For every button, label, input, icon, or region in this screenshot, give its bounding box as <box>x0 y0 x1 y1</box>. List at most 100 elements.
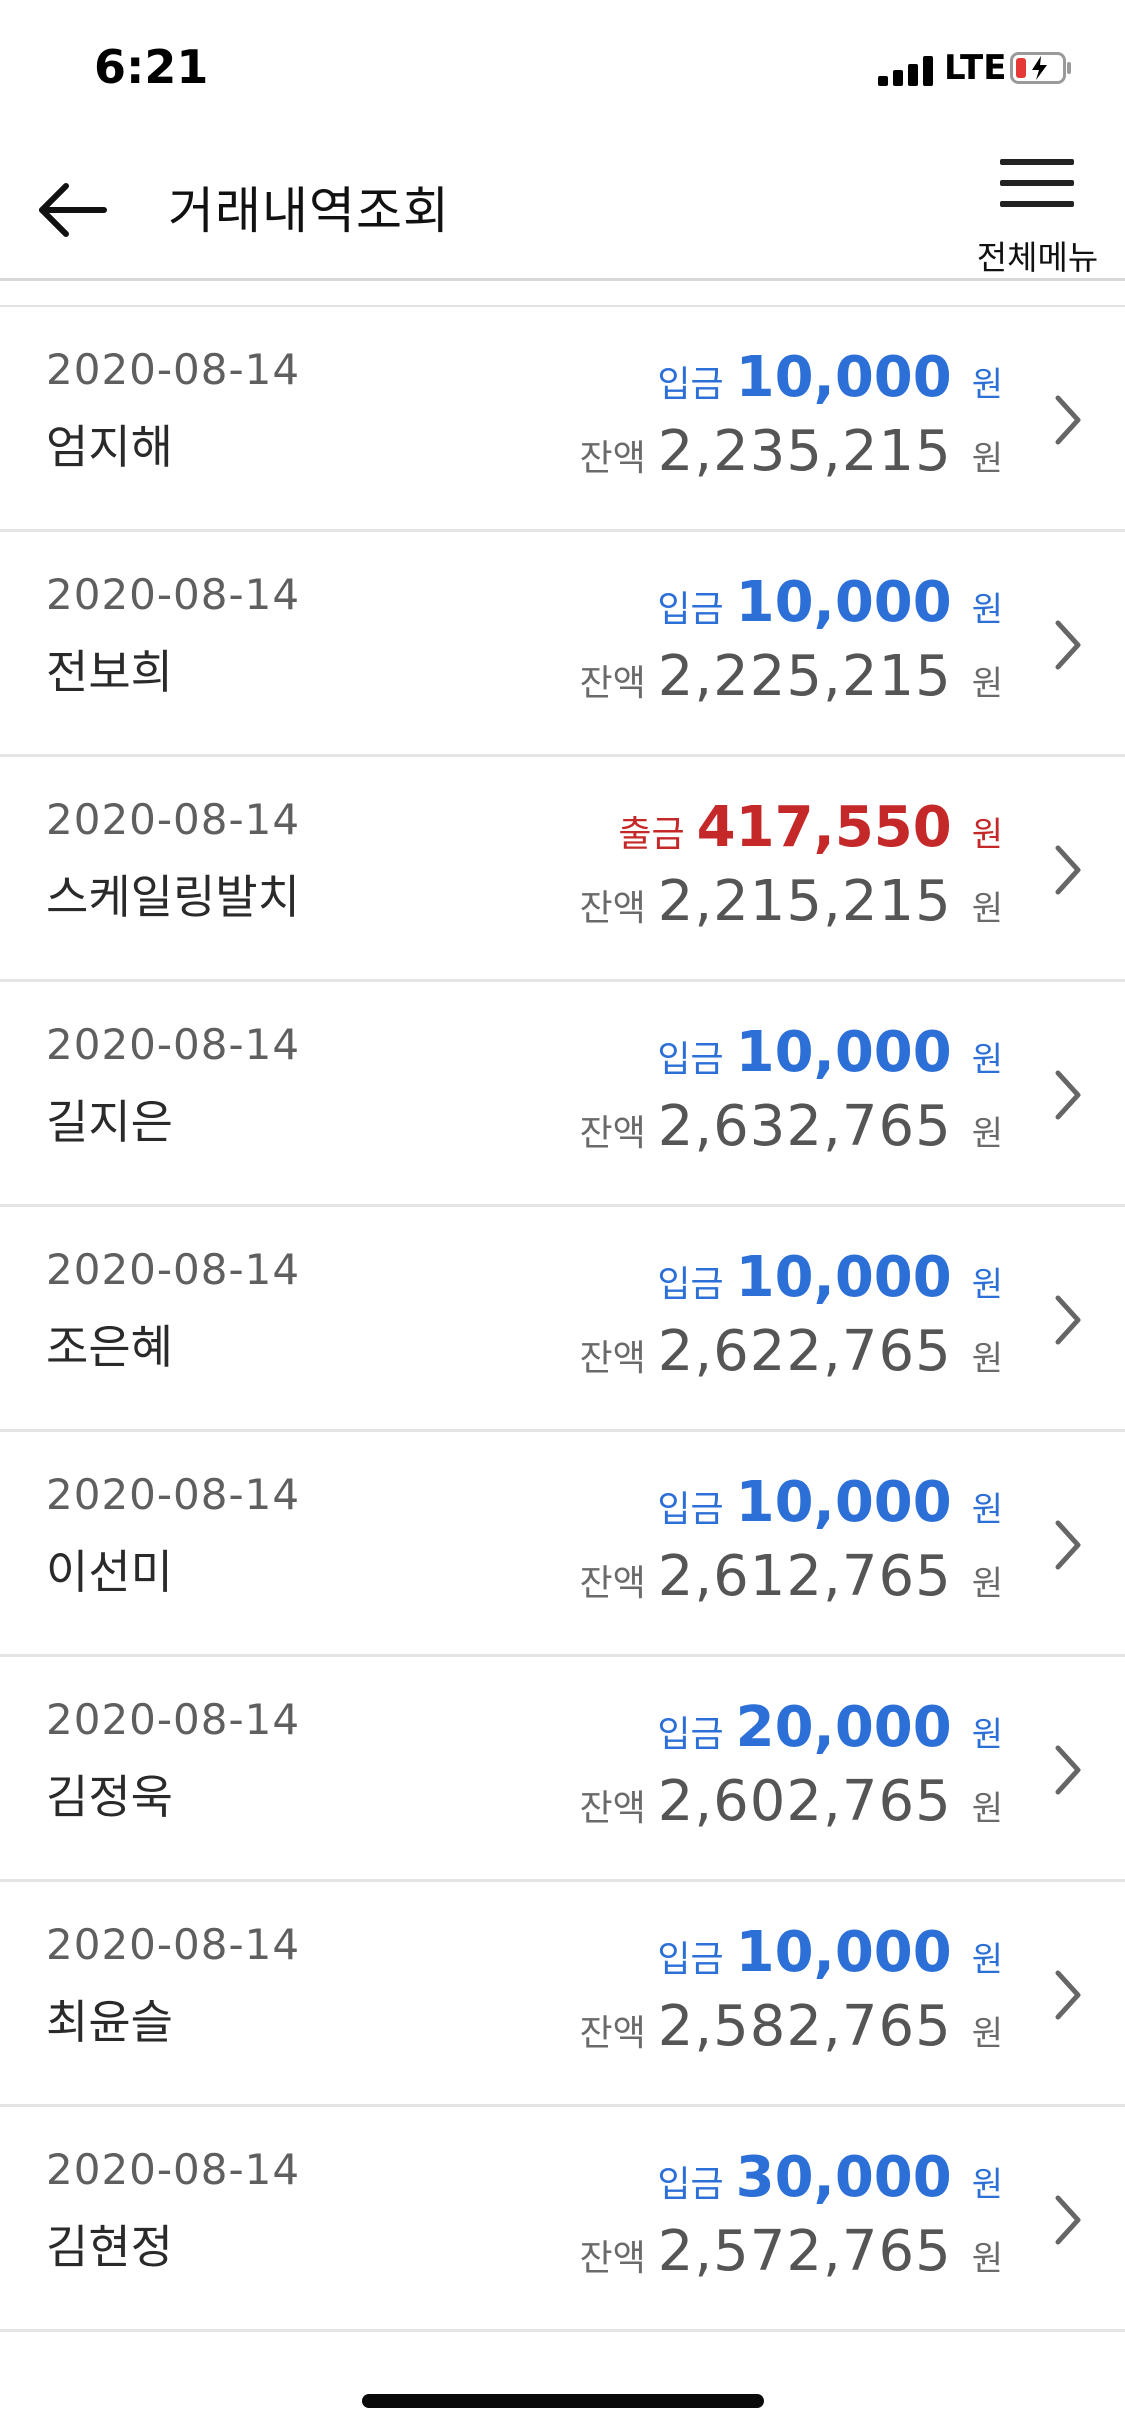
transaction-type: 입금 <box>657 364 724 405</box>
balance-label: 잔액 <box>579 1113 646 1154</box>
back-arrow-icon[interactable] <box>36 175 112 245</box>
transaction-amount: 10,000 <box>735 1020 952 1085</box>
transaction-amount-row: 입금 10,000 원 <box>657 570 1003 638</box>
transaction-row[interactable]: 2020-08-14 김정욱 입금 20,000 원 잔액 2,602,765 원 <box>0 1657 1125 1882</box>
transaction-row[interactable]: 2020-08-14 전보희 입금 10,000 원 잔액 2,225,215 원 <box>0 532 1125 757</box>
transaction-type: 입금 <box>657 1039 724 1080</box>
transaction-row[interactable]: 2020-08-14 스케일링발치 출금 417,550 원 잔액 2,215,215… <box>0 757 1125 982</box>
balance-row: 잔액 2,632,765 원 <box>579 1094 1003 1162</box>
balance-label: 잔액 <box>579 438 646 479</box>
signal-strength-icon <box>878 56 936 86</box>
full-menu-button[interactable]: 전체메뉴 <box>970 155 1105 277</box>
balance-amount: 2,622,765 <box>657 1319 952 1384</box>
transaction-row[interactable]: 2020-08-14 최윤슬 입금 10,000 원 잔액 2,582,765 원 <box>0 1882 1125 2107</box>
transaction-row[interactable]: 2020-08-14 이선미 입금 10,000 원 잔액 2,612,765 원 <box>0 1432 1125 1657</box>
balance-row: 잔액 2,225,215 원 <box>579 644 1003 712</box>
transaction-amount-row: 입금 10,000 원 <box>657 1920 1003 1988</box>
balance-amount: 2,612,765 <box>657 1544 952 1609</box>
transaction-currency: 원 <box>971 1265 1003 1305</box>
transaction-row[interactable]: 2020-08-14 조은혜 입금 10,000 원 잔액 2,622,765 원 <box>0 1207 1125 1432</box>
transaction-date: 2020-08-14 <box>46 795 301 844</box>
transaction-date: 2020-08-14 <box>46 2145 301 2194</box>
chevron-right-icon <box>1055 845 1081 895</box>
chevron-right-icon <box>1055 1070 1081 1120</box>
transaction-counterparty: 길지은 <box>46 1095 173 1149</box>
balance-row: 잔액 2,582,765 원 <box>579 1994 1003 2062</box>
transaction-type: 입금 <box>657 1714 724 1755</box>
chevron-right-icon <box>1055 620 1081 670</box>
battery-charging-icon <box>1010 52 1071 84</box>
transaction-amount: 10,000 <box>735 1245 952 1310</box>
transaction-date: 2020-08-14 <box>46 1470 301 1519</box>
balance-label: 잔액 <box>579 1788 646 1829</box>
balance-amount: 2,582,765 <box>657 1994 952 2059</box>
full-menu-label: 전체메뉴 <box>976 238 1099 277</box>
transaction-amount: 10,000 <box>735 1470 952 1535</box>
transaction-currency: 원 <box>971 1940 1003 1980</box>
transaction-type: 출금 <box>618 814 685 855</box>
transaction-amount-row: 입금 10,000 원 <box>657 1245 1003 1313</box>
transaction-row[interactable]: 2020-08-14 길지은 입금 10,000 원 잔액 2,632,765 원 <box>0 982 1125 1207</box>
transaction-date: 2020-08-14 <box>46 1920 301 1969</box>
transaction-currency: 원 <box>971 1715 1003 1755</box>
transaction-date: 2020-08-14 <box>46 570 301 619</box>
transaction-type: 입금 <box>657 589 724 630</box>
balance-row: 잔액 2,622,765 원 <box>579 1319 1003 1387</box>
network-type: LTE <box>944 48 1007 88</box>
transaction-type: 입금 <box>657 1264 724 1305</box>
balance-amount: 2,215,215 <box>657 869 952 934</box>
chevron-right-icon <box>1055 395 1081 445</box>
balance-currency: 원 <box>971 1564 1003 1604</box>
balance-currency: 원 <box>971 1789 1003 1829</box>
balance-amount: 2,602,765 <box>657 1769 952 1834</box>
transaction-date: 2020-08-14 <box>46 1695 301 1744</box>
balance-currency: 원 <box>971 889 1003 929</box>
transaction-counterparty: 조은혜 <box>46 1320 173 1374</box>
status-bar: 6:21 LTE <box>0 0 1125 135</box>
transaction-currency: 원 <box>971 365 1003 405</box>
transaction-amount: 10,000 <box>735 345 952 410</box>
chevron-right-icon <box>1055 1970 1081 2020</box>
transaction-row[interactable]: 2020-08-14 엄지해 입금 10,000 원 잔액 2,235,215 원 <box>0 307 1125 532</box>
transaction-amount: 30,000 <box>735 2145 952 2210</box>
balance-label: 잔액 <box>579 1563 646 1604</box>
balance-currency: 원 <box>971 1339 1003 1379</box>
transaction-amount-row: 입금 10,000 원 <box>657 1470 1003 1538</box>
transaction-counterparty: 스케일링발치 <box>46 870 300 924</box>
transaction-date: 2020-08-14 <box>46 1245 301 1294</box>
balance-amount: 2,572,765 <box>657 2219 952 2284</box>
app-header: 거래내역조회 전체메뉴 <box>0 135 1125 281</box>
transaction-amount-row: 입금 10,000 원 <box>657 345 1003 413</box>
transaction-type: 입금 <box>657 1939 724 1980</box>
balance-label: 잔액 <box>579 1338 646 1379</box>
balance-row: 잔액 2,235,215 원 <box>579 419 1003 487</box>
transaction-counterparty: 최윤슬 <box>46 1995 173 2049</box>
chevron-right-icon <box>1055 1295 1081 1345</box>
balance-row: 잔액 2,572,765 원 <box>579 2219 1003 2287</box>
balance-currency: 원 <box>971 439 1003 479</box>
transaction-currency: 원 <box>971 1490 1003 1530</box>
transaction-type: 입금 <box>657 2164 724 2205</box>
balance-amount: 2,632,765 <box>657 1094 952 1159</box>
transaction-row[interactable]: 2020-08-14 김현정 입금 30,000 원 잔액 2,572,765 원 <box>0 2107 1125 2332</box>
transaction-currency: 원 <box>971 815 1003 855</box>
transaction-amount-row: 입금 10,000 원 <box>657 1020 1003 1088</box>
balance-row: 잔액 2,215,215 원 <box>579 869 1003 937</box>
balance-currency: 원 <box>971 664 1003 704</box>
transaction-amount-row: 입금 20,000 원 <box>657 1695 1003 1763</box>
chevron-right-icon <box>1055 1745 1081 1795</box>
balance-row: 잔액 2,602,765 원 <box>579 1769 1003 1837</box>
chevron-right-icon <box>1055 1520 1081 1570</box>
screen: 6:21 LTE 거래내역조회 전체메뉴 2020-08-14 엄지해 입금 1… <box>0 0 1125 2436</box>
transaction-amount: 417,550 <box>696 795 952 860</box>
transaction-amount: 10,000 <box>735 570 952 635</box>
hamburger-menu-icon <box>1000 159 1074 207</box>
balance-label: 잔액 <box>579 888 646 929</box>
balance-amount: 2,235,215 <box>657 419 952 484</box>
transaction-date: 2020-08-14 <box>46 345 301 394</box>
transaction-counterparty: 이선미 <box>46 1545 173 1599</box>
transaction-amount: 20,000 <box>735 1695 952 1760</box>
page-title: 거래내역조회 <box>168 182 450 240</box>
home-indicator[interactable] <box>362 2394 764 2408</box>
balance-row: 잔액 2,612,765 원 <box>579 1544 1003 1612</box>
